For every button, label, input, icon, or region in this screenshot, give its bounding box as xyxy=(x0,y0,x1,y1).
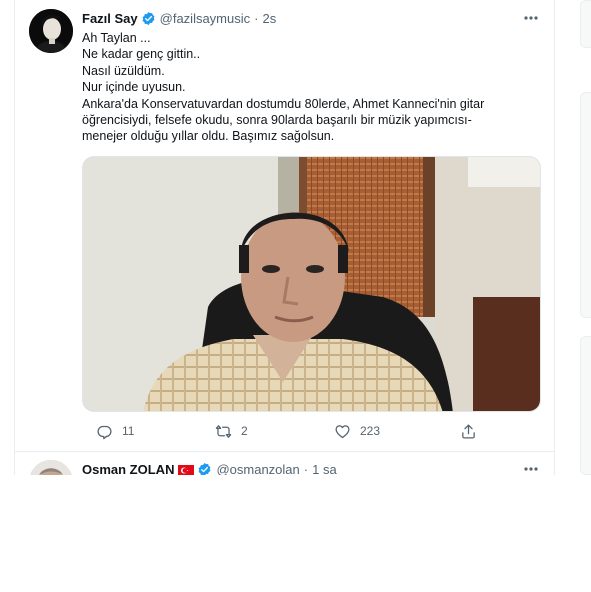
author-name[interactable]: Osman ZOLAN xyxy=(82,462,174,476)
photo-man-portrait xyxy=(83,157,540,411)
verified-badge-icon xyxy=(141,11,156,26)
avatar-photo xyxy=(29,460,73,475)
tweet-text: Ah Taylan ... Ne kadar genç gittin.. Nas… xyxy=(82,30,542,145)
avatar[interactable] xyxy=(29,9,73,53)
more-dots-icon[interactable] xyxy=(522,10,540,26)
sidebar-card xyxy=(580,92,591,318)
reply-button[interactable]: 11 xyxy=(96,421,134,441)
tweet-text-line: Ne kadar genç gittin.. xyxy=(82,47,201,62)
tweet-photo[interactable] xyxy=(82,156,541,412)
more-dots-icon[interactable] xyxy=(522,461,540,475)
tweet-text-line: Nur içinde uyusun. xyxy=(82,80,186,95)
tweet-header: Fazıl Say @fazilsaymusic · 2s xyxy=(82,8,276,28)
verified-badge-icon xyxy=(197,462,212,475)
author-handle[interactable]: @osmanzolan xyxy=(216,462,299,476)
tweet-text-line: menejer olduğu yıllar oldu. Başımız sağo… xyxy=(82,129,335,144)
separator-dot: · xyxy=(254,10,259,26)
share-icon xyxy=(462,423,475,439)
tweet[interactable]: Fazıl Say @fazilsaymusic · 2s Ah Taylan … xyxy=(15,0,554,452)
sidebar-card xyxy=(580,0,591,48)
like-button[interactable]: 223 xyxy=(334,421,380,441)
author-name[interactable]: Fazıl Say xyxy=(82,11,138,26)
share-button[interactable] xyxy=(460,421,477,441)
tweet-text-line: Nasıl üzüldüm. xyxy=(82,63,165,78)
heart-icon xyxy=(335,424,350,438)
turkey-flag-icon xyxy=(178,464,195,475)
timeline: Fazıl Say @fazilsaymusic · 2s Ah Taylan … xyxy=(14,0,555,475)
sidebar-card xyxy=(580,336,591,475)
author-handle[interactable]: @fazilsaymusic xyxy=(160,11,251,26)
avatar[interactable] xyxy=(29,460,73,475)
right-sidebar-edge xyxy=(580,0,591,475)
tweet-timestamp[interactable]: 1 sa xyxy=(312,462,337,476)
retweet-icon xyxy=(215,424,232,438)
separator-dot: · xyxy=(303,461,309,476)
tweet[interactable]: Osman ZOLAN @osmanzolan · 1 sa xyxy=(15,452,554,475)
tweet-timestamp[interactable]: 2s xyxy=(262,11,276,26)
tweet-text-line: Ah Taylan ... xyxy=(82,31,151,45)
like-count: 223 xyxy=(360,424,381,438)
avatar-photo xyxy=(29,9,73,53)
retweet-button[interactable]: 2 xyxy=(215,421,248,441)
tweet-text-line: öğrencisiydi, felsefe okudu, sonra 90lar… xyxy=(82,113,472,128)
tweet-header: Osman ZOLAN @osmanzolan · 1 sa xyxy=(82,459,337,475)
reply-count: 11 xyxy=(122,424,135,438)
retweet-count: 2 xyxy=(241,424,248,438)
tweet-actions: 11 2 223 xyxy=(82,421,482,441)
twitter-viewport: Fazıl Say @fazilsaymusic · 2s Ah Taylan … xyxy=(0,0,591,475)
reply-icon xyxy=(97,425,112,439)
tweet-text-line: Ankara'da Konservatuvardan dostumdu 80le… xyxy=(82,96,485,111)
